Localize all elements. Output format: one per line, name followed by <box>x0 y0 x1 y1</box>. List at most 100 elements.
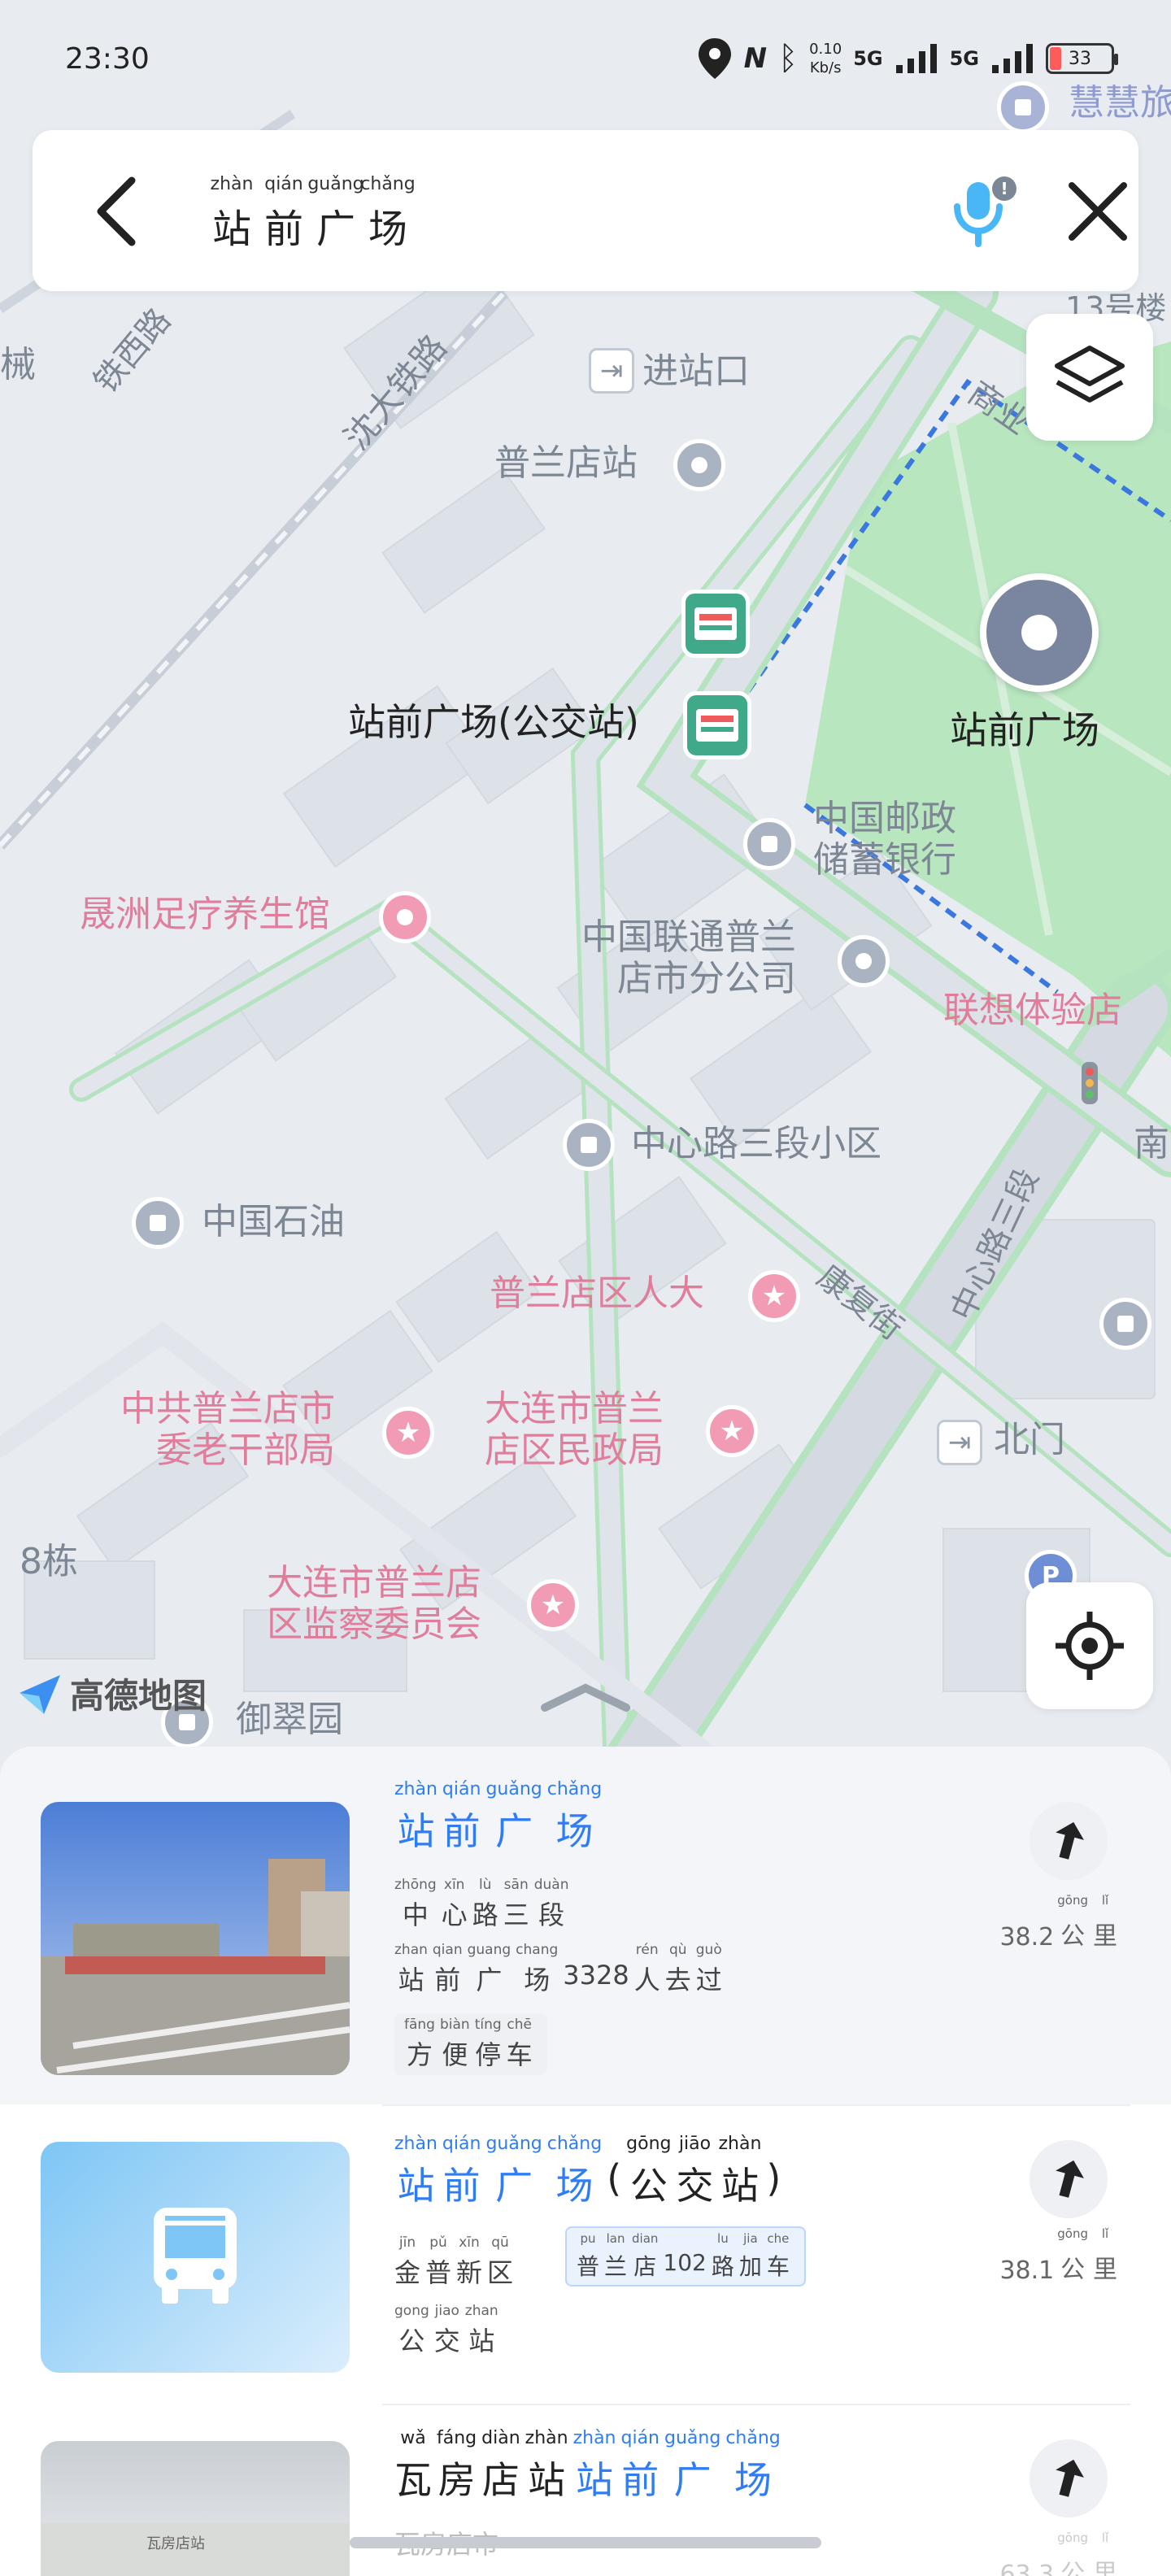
ruby-char: qián 前 <box>442 2134 481 2210</box>
ruby-char: gōng 公 <box>626 2134 671 2210</box>
character: 加 <box>738 2253 762 2280</box>
pinyin: fāng <box>404 2017 435 2033</box>
ruby-char: zhàn 站 <box>394 2134 437 2210</box>
panel-handle-icon[interactable] <box>537 1682 634 1714</box>
pinyin: gōng <box>1057 1893 1088 1908</box>
route-arrow-icon <box>1056 2160 1084 2198</box>
query-char: zhàn 站 <box>207 174 256 254</box>
entrance-icon: ⇥ <box>589 348 634 394</box>
ruby-char: 102 <box>663 2231 706 2282</box>
ruby-char: diàn 店 <box>481 2428 520 2504</box>
ruby-char: gong 公 <box>394 2303 429 2358</box>
pinyin: xīn <box>459 2234 480 2251</box>
result-item[interactable]: 瓦房店站 wǎ 瓦 fáng 房 diàn 店 zhàn 站 zhàn 站 qián 前 guǎng 广 c… <box>0 2404 1171 2576</box>
result-item[interactable]: zhàn 站 qián 前 guǎng 广 chǎng 场 zhōng 中 xīn 心 lù 路 sān 三… <box>0 1747 1171 2104</box>
character: 广 <box>673 2458 712 2502</box>
search-query[interactable]: zhàn 站 qián 前 guǎng 广 chǎng 场 <box>207 174 416 254</box>
navigate-button[interactable] <box>1030 2439 1108 2517</box>
pinyin: gōng <box>1057 2530 1088 2545</box>
character: 公 <box>1060 1922 1086 1951</box>
poi-building-8[interactable]: 8栋 <box>20 1541 78 1583</box>
pinyin: lǐ <box>1101 2226 1109 2241</box>
pinyin: gong <box>394 2303 429 2319</box>
ruby-char: qián 前 <box>621 2428 660 2504</box>
character: 车 <box>766 2253 790 2280</box>
character: 新 <box>456 2257 483 2288</box>
result-visits: zhan 站 qian 前 guang 广 chang 场 3328 rén 人 qù 去 guò 过 <box>394 1942 727 1997</box>
divider <box>382 2104 1130 2106</box>
pinyin: lǐ <box>1101 2530 1109 2545</box>
character: 前 <box>263 207 303 252</box>
net-speed-unit: Kb/s <box>809 59 842 76</box>
search-bar: zhàn 站 qián 前 guǎng 广 chǎng 场 ! <box>33 130 1138 291</box>
clear-icon[interactable] <box>1057 171 1138 252</box>
character: 前 <box>442 2164 481 2208</box>
poi-station[interactable]: 普兰店站 <box>494 442 638 485</box>
ruby-char: zhàn 站 <box>394 1779 437 1856</box>
character: 里 <box>1093 2256 1117 2284</box>
pinyin: zhan <box>464 2303 498 2319</box>
pinyin: che <box>767 2231 790 2246</box>
pinyin: guǎng <box>664 2428 721 2448</box>
layers-button[interactable] <box>1026 314 1153 441</box>
pinyin: zhàn <box>718 2134 762 2154</box>
distance-value: 38.1 <box>999 2256 1055 2285</box>
gas-station-icon <box>132 1197 184 1249</box>
poi-selected[interactable]: 站前广场 <box>950 709 1099 752</box>
ruby-char: guǎng 广 <box>485 2134 542 2210</box>
pinyin: qián <box>442 2134 481 2154</box>
ruby-char: fáng 房 <box>437 2428 477 2504</box>
bus-stop-icon[interactable] <box>681 590 750 658</box>
locate-me-button[interactable] <box>1026 1582 1153 1709</box>
navigate-button[interactable] <box>1030 1802 1108 1880</box>
poi-entrance[interactable]: 进站口 <box>642 350 750 393</box>
result-address: zhōng 中 xīn 心 lù 路 sān 三 duàn 段 <box>394 1877 573 1932</box>
result-title: zhàn 站 qián 前 guǎng 广 chǎng 场(gōng 公 jiāo 交 zhàn 站) <box>394 2134 786 2210</box>
pinyin: pǔ <box>429 2234 447 2251</box>
poi-bank[interactable]: 中国邮政 储蓄银行 <box>813 798 956 881</box>
poi-lenovo[interactable]: 联想体验店 <box>943 990 1122 1032</box>
pinyin: guò <box>695 1942 722 1958</box>
voice-search-icon[interactable]: ! <box>939 171 1021 252</box>
bus-stop-icon[interactable] <box>683 691 751 759</box>
home-indicator[interactable] <box>350 2537 821 2548</box>
pinyin: zhàn <box>572 2428 616 2448</box>
poi-unicom[interactable]: 中国联通普兰 店市分公司 <box>581 916 796 999</box>
ruby-char: xīn 新 <box>456 2234 482 2290</box>
amap-logo-icon <box>20 1674 60 1714</box>
selected-location-pin-icon[interactable] <box>980 573 1099 692</box>
results-panel[interactable]: zhàn 站 qián 前 guǎng 广 chǎng 场 zhōng 中 xīn 心 lù 路 sān 三… <box>0 1747 1171 2576</box>
poi-petro[interactable]: 中国石油 <box>202 1201 345 1243</box>
poi-community[interactable]: 中心路三段小区 <box>631 1123 882 1165</box>
character: 交 <box>676 2164 714 2208</box>
poi-civil-affairs[interactable]: 大连市普兰 店区民政局 <box>485 1388 664 1471</box>
character: 场 <box>555 1809 594 1853</box>
pinyin: jiāo <box>678 2134 712 2154</box>
character: 广 <box>495 1809 533 1853</box>
back-icon[interactable] <box>81 171 163 252</box>
station-sign: 瓦房店站 <box>146 2535 205 2552</box>
poi-supervision[interactable]: 大连市普兰店 区监察委员会 <box>267 1562 481 1645</box>
navigate-button[interactable] <box>1030 2140 1108 2218</box>
pinyin: qián <box>442 1779 481 1799</box>
unicom-icon <box>838 935 890 987</box>
distance-unit: gōng 公 lǐ 里 <box>1057 2226 1122 2285</box>
ruby-char: biàn 便 <box>440 2017 470 2072</box>
poi-north-gate[interactable]: 北门 <box>994 1419 1065 1461</box>
pinyin: xīn <box>443 1877 465 1893</box>
pinyin: chǎng <box>546 1779 603 1799</box>
character: 前 <box>621 2458 660 2502</box>
ruby-char: chǎng 场 <box>725 2428 780 2504</box>
poi-foot-massage[interactable]: 晟洲足疗养生馆 <box>80 894 330 936</box>
ruby-char: fāng 方 <box>404 2017 435 2072</box>
ruby-char: jiāo 交 <box>676 2134 713 2210</box>
poi-cadre-bureau[interactable]: 中共普兰店市 委老干部局 <box>120 1388 335 1471</box>
result-item[interactable]: zhàn 站 qián 前 guǎng 广 chǎng 场(gōng 公 jiāo 交 zhàn 站) … <box>0 2104 1171 2430</box>
character: 3328 <box>563 1960 629 1991</box>
character: 段 <box>538 1899 565 1930</box>
poi-bus-stop[interactable]: 站前广场(公交站) <box>348 701 639 744</box>
pinyin: qù <box>668 1942 687 1958</box>
poi-yucui[interactable]: 御翠园 <box>236 1699 343 1741</box>
ruby-char: jia 加 <box>739 2231 762 2282</box>
poi-npc[interactable]: 普兰店区人大 <box>490 1273 704 1315</box>
